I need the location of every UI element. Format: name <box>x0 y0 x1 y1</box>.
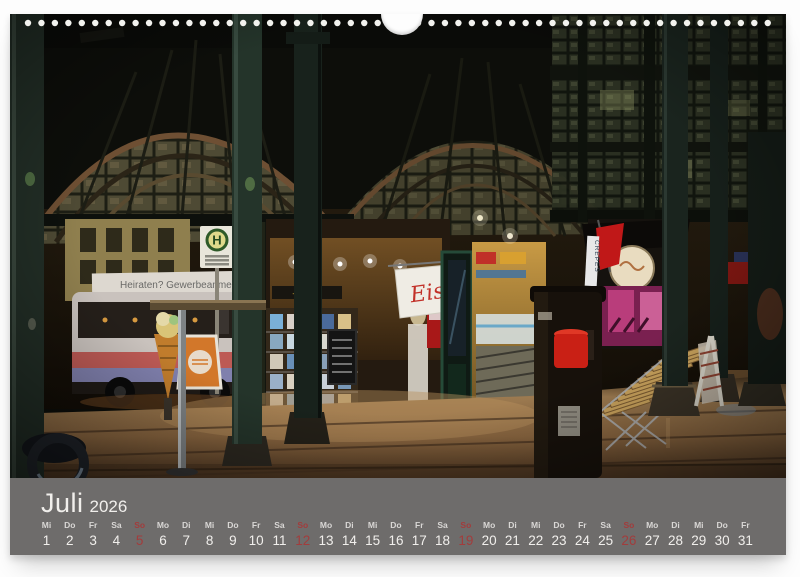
photo-scene: Heiraten? Gewerbeanmel <box>10 14 786 478</box>
calendar-day-19: So19 <box>455 520 476 548</box>
calendar-day-11: Sa11 <box>269 520 290 548</box>
calendar-day-30: Do30 <box>712 520 733 548</box>
calendar-day-18: Sa18 <box>432 520 453 548</box>
calendar-day-2: Do2 <box>59 520 80 548</box>
calendar-day-8: Mi8 <box>199 520 220 548</box>
calendar-day-14: Di14 <box>339 520 360 548</box>
calendar-day-31: Fr31 <box>735 520 756 548</box>
calendar-day-28: Di28 <box>665 520 686 548</box>
calendar-day-25: Sa25 <box>595 520 616 548</box>
calendar-day-1: Mi1 <box>36 520 57 548</box>
calendar-day-15: Mi15 <box>362 520 383 548</box>
vignette <box>10 14 786 478</box>
calendar-day-6: Mo6 <box>152 520 173 548</box>
calendar-day-26: So26 <box>618 520 639 548</box>
calendar-day-7: Di7 <box>176 520 197 548</box>
calendar-day-16: Do16 <box>385 520 406 548</box>
calendar-days-row: Mi1Do2Fr3Sa4So5Mo6Di7Mi8Do9Fr10Sa11So12M… <box>36 520 756 548</box>
calendar-day-5: So5 <box>129 520 150 548</box>
product-mockup: Heiraten? Gewerbeanmel <box>0 0 800 577</box>
calendar-day-12: So12 <box>292 520 313 548</box>
calendar-day-17: Fr17 <box>409 520 430 548</box>
calendar-day-23: Do23 <box>549 520 570 548</box>
calendar-day-22: Mi22 <box>525 520 546 548</box>
calendar-day-29: Mi29 <box>688 520 709 548</box>
calendar-day-21: Di21 <box>502 520 523 548</box>
calendar-sheet: Heiraten? Gewerbeanmel <box>10 14 786 555</box>
calendar-day-13: Mo13 <box>316 520 337 548</box>
calendar-day-3: Fr3 <box>83 520 104 548</box>
calendar-photo: Heiraten? Gewerbeanmel <box>10 14 786 478</box>
calendar-day-4: Sa4 <box>106 520 127 548</box>
calendar-strip: Juli 2026 Mi1Do2Fr3Sa4So5Mo6Di7Mi8Do9Fr10… <box>10 478 786 555</box>
calendar-day-24: Fr24 <box>572 520 593 548</box>
month-label: Juli <box>41 488 84 518</box>
year-label: 2026 <box>90 497 128 516</box>
calendar-title: Juli 2026 <box>41 488 127 519</box>
calendar-day-9: Do9 <box>222 520 243 548</box>
calendar-day-10: Fr10 <box>246 520 267 548</box>
calendar-day-27: Mo27 <box>642 520 663 548</box>
calendar-day-20: Mo20 <box>479 520 500 548</box>
